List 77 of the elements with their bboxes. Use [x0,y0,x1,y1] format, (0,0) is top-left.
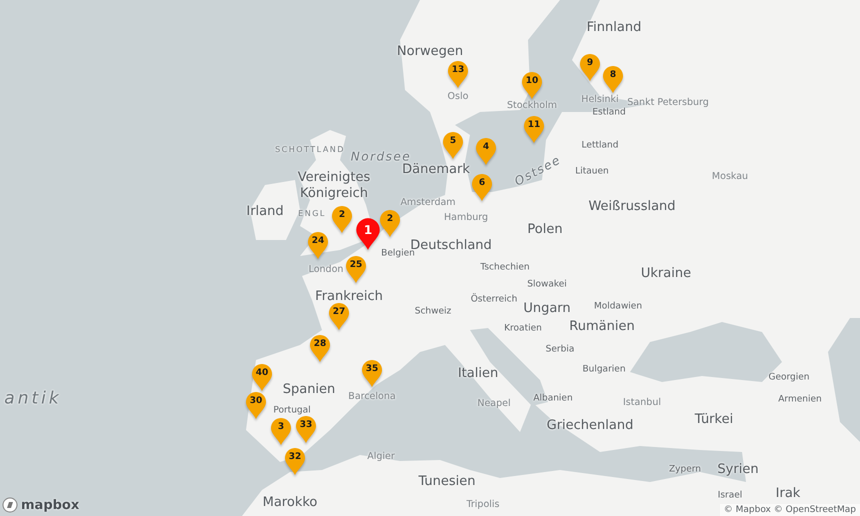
map-label: Georgien [768,372,810,384]
map-label: Hamburg [444,212,488,224]
map-label: Syrien [717,462,759,478]
map-label: antik [4,388,62,410]
map-label: Lettland [582,140,618,152]
map-label: Polen [527,222,563,238]
map-pin[interactable]: 6 [471,173,493,202]
map-label: Nordsee [350,150,412,164]
map-label: Vereinigtes Königreich [296,170,372,202]
map-label: Tripolis [466,499,500,511]
map-label: Ukraine [640,266,692,282]
map-label: Algier [367,451,395,463]
map-pin[interactable]: 10 [521,71,543,100]
map-label: Serbia [546,344,574,356]
map-pin[interactable]: 4 [475,137,497,166]
map-label: Estland [592,107,626,119]
map-label: Türkei [694,412,734,428]
map-label: Israel [718,490,742,502]
map-pin[interactable]: 9 [579,53,601,82]
map-pin[interactable]: 1 [355,217,381,251]
map-label: Slowakei [527,279,567,291]
map-label: Barcelona [348,391,396,403]
map-label: Irak [776,486,800,502]
map-pin[interactable]: 2 [379,209,401,238]
map-pin[interactable]: 30 [245,391,267,420]
map-label: Helsinki [581,94,619,106]
map-label: Portugal [273,405,311,417]
map-label: Schweiz [414,306,452,318]
map-pin[interactable]: 5 [442,131,464,160]
map-label: Zypern [669,464,701,476]
map-label: Istanbul [623,397,661,409]
map-attribution: © Mapbox © OpenStreetMap [720,504,860,516]
map-label: ENGL [298,209,326,219]
map-pin[interactable]: 27 [328,302,350,331]
map-pin[interactable]: 11 [523,115,545,144]
map-label: Amsterdam [400,197,456,209]
map-pin[interactable]: 2 [331,205,353,234]
map-label: Moldawien [594,301,642,313]
map-pin[interactable]: 24 [307,231,329,260]
map-label: Albanien [533,393,573,405]
map-label: Armenien [778,394,822,406]
map-pin[interactable]: 3 [270,417,292,446]
map-label: Sankt Petersburg [627,97,709,109]
map-label: Spanien [282,382,336,398]
map-label: Tschechien [480,262,530,274]
map-label: Oslo [448,91,468,103]
map-pin[interactable]: 33 [295,415,317,444]
map-pin[interactable]: 8 [602,65,624,94]
map-pin[interactable]: 40 [251,363,273,392]
map-label: Marokko [262,494,318,512]
mapbox-logo-icon [2,497,18,513]
logo-text[interactable]: mapbox [21,498,80,512]
map-pin[interactable]: 13 [447,60,469,89]
map-pin[interactable]: 35 [361,359,383,388]
map-label: Österreich [470,294,518,306]
map-label: SCHOTTLAND [275,145,345,155]
map-label: Finnland [586,20,642,36]
map-label: Rumänien [569,318,635,336]
map-pin[interactable]: 28 [309,334,331,363]
map-pin[interactable]: 25 [345,255,367,284]
map-label: Bulgarien [582,364,626,376]
map-label: Belgien [381,248,415,260]
map-label: Irland [246,204,284,220]
map-label: Weißrussland [588,198,676,216]
map-label: Kroatien [504,323,542,335]
map-label: Griechenland [546,418,634,434]
map-label: London [308,264,344,276]
map-label: Dänemark [402,162,470,178]
map-label: Ungarn [523,300,571,318]
map-label: Italien [458,366,498,382]
map-label: Stockholm [506,100,558,112]
map-label: Neapel [477,398,511,410]
map-label: Norwegen [396,44,464,60]
map-pin[interactable]: 32 [284,447,306,476]
map-label: Moskau [712,171,748,183]
map-label: Tunesien [418,474,476,490]
map-label: Litauen [575,166,609,178]
